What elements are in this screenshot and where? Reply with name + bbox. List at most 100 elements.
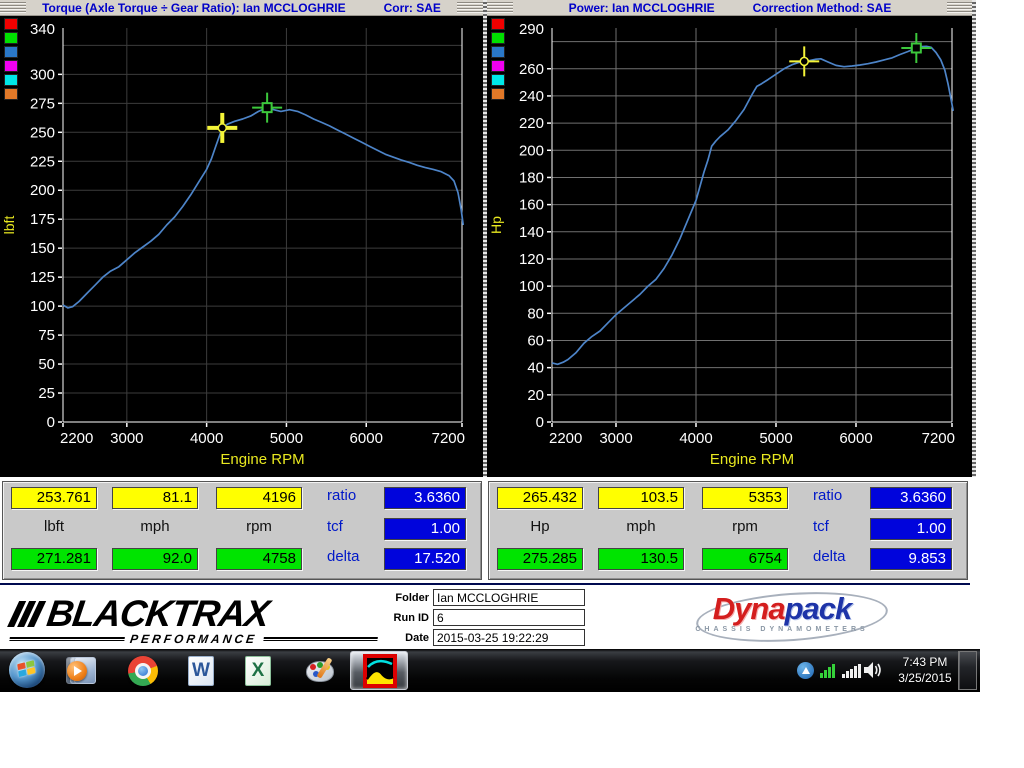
- svg-text:7200: 7200: [432, 430, 465, 447]
- svg-text:Hp: Hp: [488, 216, 504, 234]
- svg-text:160: 160: [519, 197, 544, 214]
- show-desktop-button[interactable]: [958, 651, 977, 690]
- peak-power-value: 275.285: [497, 548, 583, 570]
- svg-text:120: 120: [519, 251, 544, 268]
- clock-date: 3/25/2015: [893, 670, 957, 686]
- unit-label-mph: mph: [598, 518, 684, 535]
- svg-text:0: 0: [536, 414, 544, 431]
- cursor-torque-value: 253.761: [11, 487, 97, 509]
- logo-rule: [9, 637, 124, 641]
- power-correction-label: Correction Method: SAE: [753, 1, 892, 15]
- ratio-label: ratio: [813, 487, 865, 504]
- delta-value: 17.520: [384, 548, 466, 570]
- svg-text:290: 290: [519, 21, 544, 38]
- gripper-handle[interactable]: [457, 2, 483, 13]
- cursor-speed-value: 81.1: [112, 487, 198, 509]
- paint-icon[interactable]: [305, 655, 337, 687]
- peak-rpm-value: 4758: [216, 548, 302, 570]
- dynapack-wordmark-red: Dyna: [713, 591, 785, 626]
- peak-marker[interactable]: [252, 93, 282, 123]
- svg-text:175: 175: [30, 211, 55, 228]
- cursor-marker[interactable]: [207, 113, 237, 143]
- taskbar-clock[interactable]: 7:43 PM 3/25/2015: [893, 654, 957, 686]
- delta-label: delta: [327, 548, 379, 565]
- dynapack-subtitle: CHASSIS DYNAMOMETERS: [672, 626, 892, 633]
- cursor-speed-value: 103.5: [598, 487, 684, 509]
- tray-utility-icon[interactable]: [797, 662, 814, 679]
- delta-label: delta: [813, 548, 865, 565]
- tcf-value: 1.00: [870, 518, 952, 540]
- svg-text:225: 225: [30, 153, 55, 170]
- gripper-handle[interactable]: [0, 2, 26, 13]
- power-chart-panel: Power: Ian MCCLOGHRIE Correction Method:…: [487, 0, 973, 477]
- folder-label: Folder: [383, 592, 429, 604]
- clock-time: 7:43 PM: [893, 654, 957, 670]
- network-strength-icon[interactable]: [842, 663, 861, 678]
- svg-text:50: 50: [38, 356, 55, 373]
- unit-label-hp: Hp: [497, 518, 583, 535]
- power-plot[interactable]: 0204060801001201401601802002202402602902…: [487, 16, 973, 477]
- run-id-label: Run ID: [383, 612, 429, 624]
- power-chart-area: 0204060801001201401601802002202402602902…: [487, 16, 973, 477]
- gripper-handle[interactable]: [487, 2, 513, 13]
- unit-label-rpm: rpm: [216, 518, 302, 535]
- svg-text:Engine RPM: Engine RPM: [220, 451, 304, 468]
- dyno-app-taskbar-button[interactable]: [350, 651, 408, 690]
- torque-curve: [63, 108, 463, 308]
- gridlines: [63, 28, 462, 422]
- chrome-icon[interactable]: [127, 655, 159, 687]
- excel-icon[interactable]: X: [242, 655, 274, 687]
- panel-splitter[interactable]: [972, 0, 976, 477]
- taskbar: W X: [0, 649, 980, 692]
- svg-text:3000: 3000: [110, 430, 143, 447]
- svg-text:140: 140: [519, 224, 544, 241]
- torque-plot[interactable]: 0255075100125150175200225250275300340220…: [0, 16, 483, 477]
- tray-signal-icon[interactable]: [820, 663, 835, 678]
- svg-text:6000: 6000: [839, 430, 872, 447]
- delta-value: 9.853: [870, 548, 952, 570]
- svg-text:75: 75: [38, 327, 55, 344]
- windows-flag-icon: [17, 660, 37, 679]
- svg-text:4000: 4000: [679, 430, 712, 447]
- date-label: Date: [383, 632, 429, 644]
- power-chart-title: Power: Ian MCCLOGHRIE: [569, 1, 715, 15]
- cursor-rpm-value: 4196: [216, 487, 302, 509]
- axes: [552, 28, 952, 422]
- blacktrax-slashes-mark: [11, 601, 45, 627]
- peak-speed-value: 92.0: [112, 548, 198, 570]
- torque-title-bar: Torque (Axle Torque ÷ Gear Ratio): Ian M…: [0, 0, 483, 16]
- svg-text:Engine RPM: Engine RPM: [710, 451, 794, 468]
- dynapack-logo: Dynapack CHASSIS DYNAMOMETERS: [662, 590, 902, 646]
- svg-text:150: 150: [30, 240, 55, 257]
- torque-chart-area: 0255075100125150175200225250275300340220…: [0, 16, 483, 477]
- gridlines: [552, 28, 952, 422]
- folder-field[interactable]: [433, 589, 585, 606]
- svg-text:220: 220: [519, 115, 544, 132]
- torque-chart-title: Torque (Axle Torque ÷ Gear Ratio): Ian M…: [42, 1, 346, 15]
- svg-text:250: 250: [30, 124, 55, 141]
- dyno-app-icon: [363, 654, 397, 688]
- desktop-screenshot: Torque (Axle Torque ÷ Gear Ratio): Ian M…: [0, 0, 1024, 768]
- ratio-value: 3.6360: [870, 487, 952, 509]
- gripper-handle[interactable]: [947, 2, 973, 13]
- tcf-value: 1.00: [384, 518, 466, 540]
- dynapack-wordmark-blue: pack: [785, 591, 852, 626]
- cursor-marker[interactable]: [789, 46, 819, 76]
- peak-rpm-value: 6754: [702, 548, 788, 570]
- start-button[interactable]: [9, 652, 45, 688]
- power-readout-panel: 265.432 103.5 5353 ratio 3.6360 Hp mph r…: [488, 481, 968, 580]
- ratio-label: ratio: [327, 487, 379, 504]
- section-divider: [0, 583, 970, 585]
- svg-text:80: 80: [527, 305, 544, 322]
- power-title-bar: Power: Ian MCCLOGHRIE Correction Method:…: [487, 0, 973, 16]
- peak-marker[interactable]: [901, 33, 931, 63]
- run-id-field[interactable]: [433, 609, 585, 626]
- axes: [63, 28, 462, 422]
- svg-text:275: 275: [30, 95, 55, 112]
- blacktrax-performance-label: PERFORMANCE: [123, 632, 264, 646]
- media-player-icon[interactable]: [65, 655, 97, 687]
- svg-text:240: 240: [519, 88, 544, 105]
- volume-icon[interactable]: [864, 662, 884, 678]
- date-field[interactable]: [433, 629, 585, 646]
- word-icon[interactable]: W: [185, 655, 217, 687]
